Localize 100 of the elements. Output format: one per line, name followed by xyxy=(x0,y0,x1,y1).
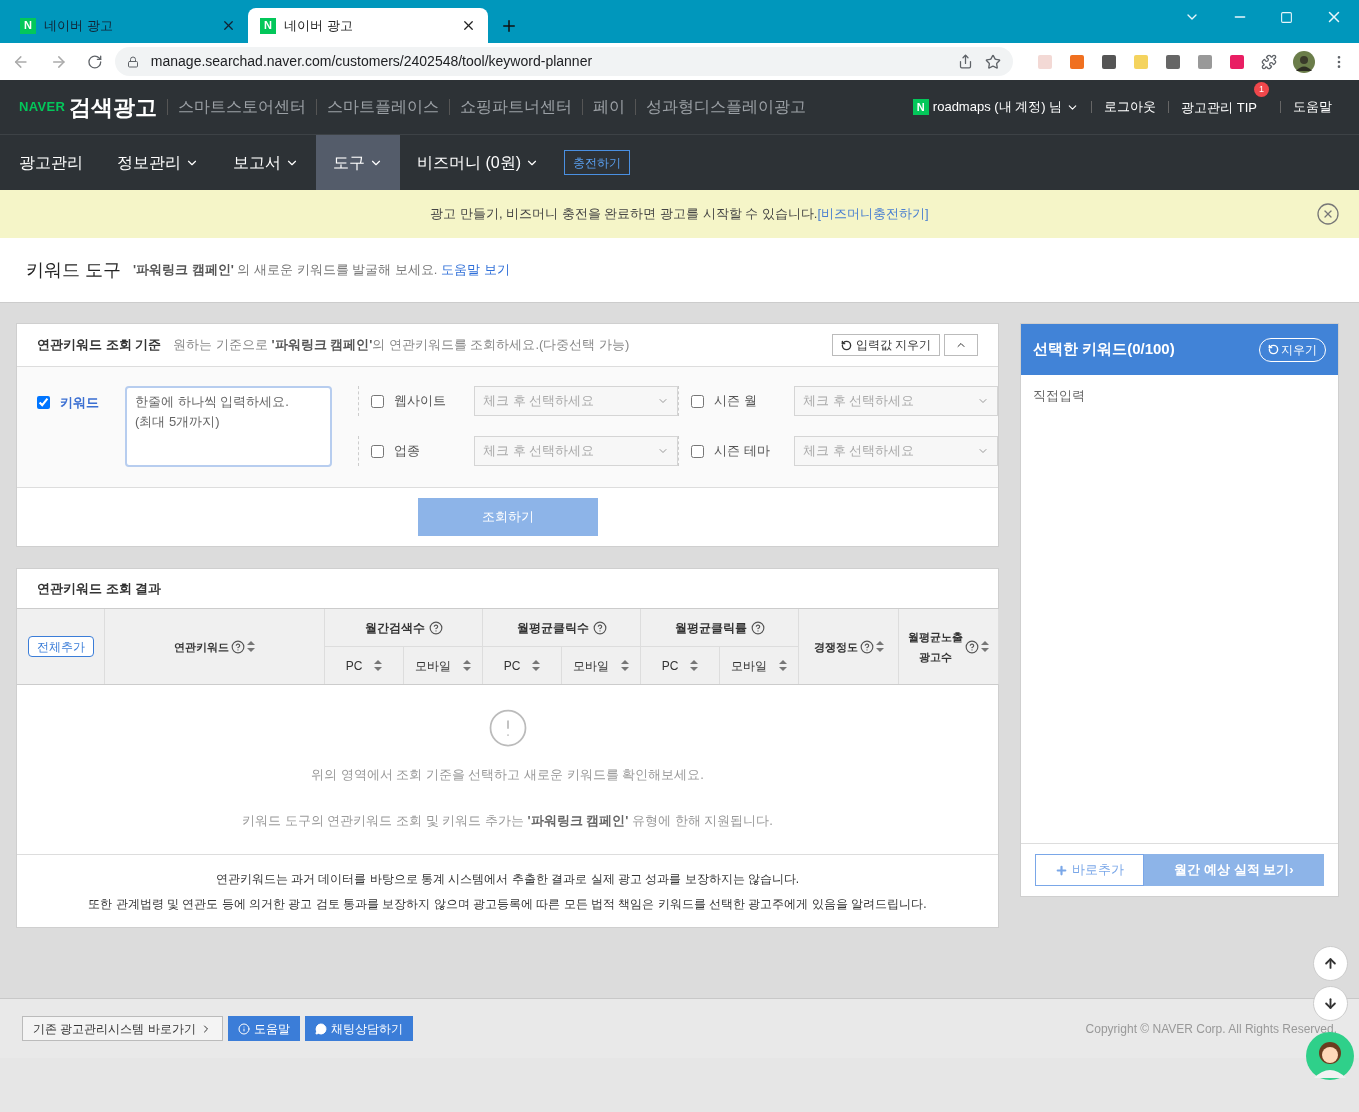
sort-icon[interactable] xyxy=(875,641,884,652)
service-link[interactable]: 쇼핑파트너센터 xyxy=(460,95,573,119)
legacy-system-button[interactable]: 기존 광고관리시스템 바로가기 xyxy=(22,1016,223,1041)
service-link[interactable]: 페이 xyxy=(593,95,626,119)
browser-tab[interactable]: N 네이버 광고 xyxy=(8,8,248,43)
profile-avatar-icon[interactable] xyxy=(1293,50,1315,73)
help-icon[interactable] xyxy=(592,620,607,635)
help-button[interactable]: 도움말 xyxy=(227,1016,300,1041)
chat-button[interactable]: 채팅상담하기 xyxy=(304,1016,413,1041)
sort-icon[interactable] xyxy=(779,660,787,671)
browser-tab[interactable]: N 네이버 광고 xyxy=(248,8,488,43)
sort-icon[interactable] xyxy=(621,660,629,671)
keyword-checkbox[interactable] xyxy=(37,396,50,409)
extension-icon[interactable] xyxy=(1165,53,1181,70)
disclaimer-text: 연관키워드는 과거 데이터를 바탕으로 통계 시스템에서 추출한 결과로 실제 광고 성과를 보장하지는 않습니다. xyxy=(215,870,800,888)
column-header: 연관키워드 xyxy=(174,639,229,655)
nav-menu-item[interactable]: 보고서 xyxy=(216,135,316,190)
notification-badge: 1 xyxy=(1254,82,1269,97)
help-link[interactable]: 도움말 xyxy=(1293,97,1332,117)
copyright-text: Copyright © NAVER Corp. All Rights Reserved. xyxy=(1085,1020,1337,1038)
nav-menu-item[interactable]: 정보관리 xyxy=(100,135,216,190)
direct-input-label[interactable]: 직접입력 xyxy=(1033,388,1085,403)
panel-title: 연관키워드 조회 기준 xyxy=(37,336,162,355)
support-note: 키워드 도구의 연관키워드 조회 및 키워드 추가는 '파워링크 캠페인' 유형에 한해 지원됩니다. xyxy=(242,811,773,830)
product-title[interactable]: 검색광고 xyxy=(69,90,158,124)
tip-link[interactable]: 광고관리 TIP xyxy=(1181,100,1257,115)
page-title: 키워드 도구 xyxy=(26,258,121,282)
column-header: 월평균노출 광고수 xyxy=(908,629,963,665)
panel-title: 연관키워드 조회 결과 xyxy=(37,579,162,598)
empty-message: 위의 영역에서 조회 기준을 선택하고 새로운 키워드를 확인해보세요. xyxy=(311,766,704,784)
reload-icon[interactable] xyxy=(87,53,103,70)
help-icon[interactable] xyxy=(428,620,443,635)
checkbox-label: 시즌 테마 xyxy=(714,442,771,461)
add-now-button[interactable]: 바로추가 xyxy=(1035,854,1144,886)
panel-title: 선택한 키워드(0/100) xyxy=(1033,339,1175,360)
favicon: N xyxy=(20,17,36,34)
help-icon[interactable] xyxy=(965,639,979,654)
nav-menu-item[interactable]: 비즈머니 (0원) xyxy=(400,135,556,190)
extension-icon[interactable] xyxy=(1229,53,1245,70)
filter-checkbox[interactable] xyxy=(371,394,384,408)
sort-icon[interactable] xyxy=(463,660,471,671)
sort-icon[interactable] xyxy=(247,641,255,652)
user-badge: N xyxy=(912,99,929,115)
checkbox-label: 웹사이트 xyxy=(394,392,447,411)
tab-title: 네이버 광고 xyxy=(44,16,114,35)
close-icon[interactable] xyxy=(461,18,476,33)
favicon: N xyxy=(260,17,276,34)
checkbox-label: 업종 xyxy=(394,442,421,461)
keyword-input-field[interactable]: 한줄에 하나씩 입력하세요. (최대 5개까지) xyxy=(125,386,332,467)
logout-link[interactable]: 로그아웃 xyxy=(1104,97,1157,117)
help-link[interactable]: 도움말 보기 xyxy=(441,262,510,278)
bizmoney-charge-link[interactable]: [비즈머니충전하기] xyxy=(817,206,929,222)
chatbot-avatar-icon[interactable] xyxy=(1306,1032,1354,1080)
scroll-up-button[interactable] xyxy=(1313,946,1348,981)
add-all-button[interactable]: 전체추가 xyxy=(27,636,94,657)
extension-icon[interactable] xyxy=(1101,53,1117,70)
reset-icon xyxy=(840,339,852,351)
service-link[interactable]: 성과형디스플레이광고 xyxy=(646,95,807,119)
page-description: '파워링크 캠페인' 의 새로운 키워드를 발굴해 보세요. 도움말 보기 xyxy=(133,261,510,280)
new-tab-icon[interactable] xyxy=(500,17,518,35)
bookmark-star-icon[interactable] xyxy=(985,53,1001,70)
checkbox-label: 키워드 xyxy=(60,394,100,412)
column-header: 모바일 xyxy=(731,657,767,675)
column-header: PC xyxy=(661,657,679,675)
maximize-icon[interactable] xyxy=(1280,10,1293,24)
filter-checkbox[interactable] xyxy=(691,394,704,408)
nav-menu-item[interactable]: 도구 xyxy=(316,135,400,190)
column-header: 모바일 xyxy=(415,657,451,675)
tab-title: 네이버 광고 xyxy=(284,16,354,35)
arrow-down-icon xyxy=(1323,996,1338,1011)
naver-logo[interactable]: NAVER xyxy=(19,97,66,117)
lock-icon xyxy=(126,55,139,68)
share-icon[interactable] xyxy=(958,54,973,69)
filter-checkbox[interactable] xyxy=(371,444,384,458)
reset-icon xyxy=(1268,344,1279,355)
charge-button[interactable]: 충전하기 xyxy=(564,150,630,175)
sort-icon[interactable] xyxy=(374,660,383,671)
sort-icon[interactable] xyxy=(532,660,541,671)
help-icon[interactable] xyxy=(750,620,765,635)
help-icon[interactable] xyxy=(231,639,245,654)
address-bar[interactable]: manage.searchad.naver.com/customers/2402548/tool/keyword-planner xyxy=(114,47,1013,76)
help-icon[interactable] xyxy=(859,639,874,654)
plus-icon xyxy=(1055,863,1068,877)
column-header: 모바일 xyxy=(573,657,609,675)
info-icon xyxy=(237,1022,250,1035)
clear-input-button[interactable]: 입력값 지우기 xyxy=(831,334,940,356)
chat-icon xyxy=(314,1022,327,1035)
column-header: 월평균클릭률 xyxy=(674,619,747,637)
filter-checkbox[interactable] xyxy=(691,444,704,458)
extensions-icon[interactable] xyxy=(1261,53,1277,70)
column-header: 경쟁정도 xyxy=(813,639,858,655)
notice-text: 광고 만들기, 비즈머니 충전을 완료하면 광고를 시작할 수 있습니다.[비즈머니충전하기] xyxy=(430,205,929,224)
sort-icon[interactable] xyxy=(690,660,699,671)
service-link[interactable]: 스마트플레이스 xyxy=(327,95,440,119)
sort-icon[interactable] xyxy=(981,641,989,652)
service-link[interactable]: 스마트스토어센터 xyxy=(178,95,307,119)
disclaimer-text: 또한 관계법령 및 연관도 등에 의거한 광고 검토 통과를 보장하지 않으며 광고등록에 따른 모든 법적 책임은 키워드를 선택한 광고주에게 있음을 알려드립니다. xyxy=(88,895,927,913)
nav-menu-item[interactable]: 광고관리 xyxy=(2,135,100,190)
column-header: PC xyxy=(503,657,521,675)
account-menu[interactable]: roadmaps (내 계정) 님 xyxy=(932,97,1063,117)
